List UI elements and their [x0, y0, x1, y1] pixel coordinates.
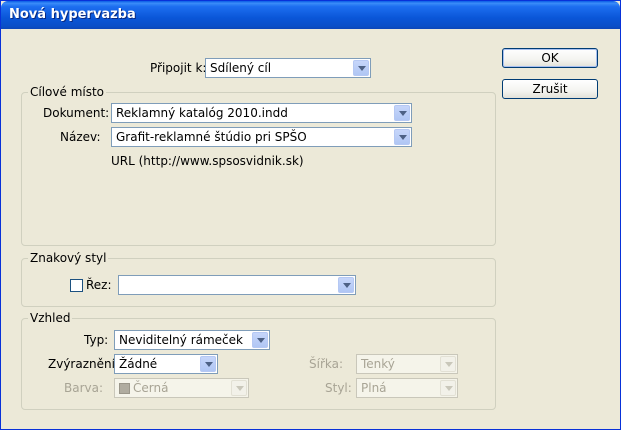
chevron-down-icon[interactable]: [394, 129, 410, 145]
char-style-dropdown[interactable]: [118, 275, 356, 295]
chevron-down-icon[interactable]: [440, 356, 456, 372]
document-dropdown[interactable]: Reklamný katalóg 2010.indd: [111, 103, 412, 123]
connect-to-dropdown[interactable]: Sdílený cíl: [205, 58, 371, 78]
chevron-down-icon[interactable]: [394, 105, 410, 121]
chevron-down-icon[interactable]: [200, 356, 216, 372]
document-value: Reklamný katalóg 2010.indd: [116, 106, 288, 120]
style-label: Styl:: [325, 381, 352, 395]
highlight-dropdown[interactable]: Žádné: [114, 354, 218, 374]
type-dropdown[interactable]: Neviditelný rámeček: [114, 330, 270, 350]
dialog-body: OK Zrušit Připojit k: Sdílený cíl Cílové…: [4, 29, 617, 426]
color-swatch: [119, 383, 130, 394]
title-bar[interactable]: Nová hypervazba: [1, 1, 620, 29]
color-dropdown[interactable]: Černá: [114, 378, 249, 398]
color-label: Barva:: [64, 381, 104, 395]
name-label: Název:: [60, 130, 101, 144]
new-hyperlink-dialog: Nová hypervazba OK Zrušit Připojit k: Sd…: [0, 0, 621, 430]
type-value: Neviditelný rámeček: [119, 333, 243, 347]
cancel-button[interactable]: Zrušit: [502, 79, 598, 99]
highlight-label: Zvýraznění:: [48, 357, 119, 371]
window-title: Nová hypervazba: [9, 7, 136, 22]
name-value: Grafit-reklamné štúdio pri SPŠO: [116, 130, 307, 144]
chevron-down-icon[interactable]: [252, 332, 268, 348]
chevron-down-icon[interactable]: [231, 380, 247, 396]
target-group-legend: Cílové místo: [28, 85, 107, 99]
connect-to-value: Sdílený cíl: [210, 61, 272, 75]
chevron-down-icon[interactable]: [440, 380, 456, 396]
char-style-legend: Znakový styl: [28, 251, 109, 265]
url-text: URL (http://www.spsosvidnik.sk): [111, 154, 304, 168]
style-value: Plná: [361, 381, 387, 395]
appearance-legend: Vzhled: [28, 311, 73, 325]
width-label: Šířka:: [309, 357, 344, 371]
style-dropdown[interactable]: Plná: [356, 378, 458, 398]
document-label: Dokument:: [43, 106, 110, 120]
width-dropdown[interactable]: Tenký: [356, 354, 458, 374]
chevron-down-icon[interactable]: [353, 60, 369, 76]
chevron-down-icon[interactable]: [338, 277, 354, 293]
char-style-checkbox[interactable]: [70, 279, 83, 292]
name-dropdown[interactable]: Grafit-reklamné štúdio pri SPŠO: [111, 127, 412, 147]
connect-to-label: Připojit k:: [150, 61, 207, 75]
char-style-checkbox-label: Řez:: [86, 278, 112, 292]
highlight-value: Žádné: [119, 357, 158, 371]
color-value: Černá: [133, 381, 169, 395]
type-label: Typ:: [84, 333, 109, 347]
width-value: Tenký: [361, 357, 395, 371]
ok-button[interactable]: OK: [502, 48, 598, 68]
